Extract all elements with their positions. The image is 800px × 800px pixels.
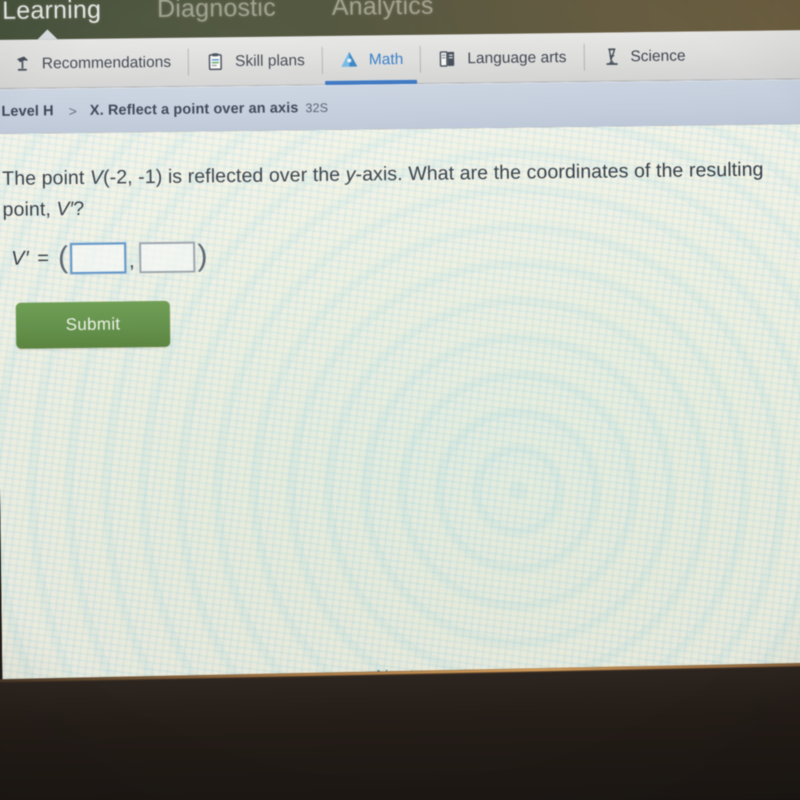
tab-math[interactable]: Math (322, 35, 421, 85)
question-area: The point V(-2, -1) is reflected over th… (0, 124, 800, 696)
breadcrumb-skill-name: X. Reflect a point over an axis (89, 99, 299, 119)
breadcrumb-skill-code: 32S (305, 100, 329, 115)
chromebook-screen: Learning Diagnostic Analytics Recommenda… (0, 0, 800, 744)
breadcrumb-level[interactable]: Level H (1, 103, 53, 120)
tab-label-recommendations: Recommendations (41, 53, 172, 72)
question-point-coords: (-2, -1) (102, 165, 163, 189)
answer-open-paren: ( (57, 240, 69, 274)
lamp-icon (12, 54, 33, 75)
answer-comma: , (128, 250, 135, 273)
breadcrumb-separator-icon: > (68, 102, 77, 119)
submit-button[interactable]: Submit (15, 300, 171, 349)
question-middle: is reflected over the (162, 163, 346, 188)
clipboard-icon (205, 51, 226, 72)
answer-close-paren: ) (197, 238, 208, 273)
tab-recommendations[interactable]: Recommendations (0, 38, 188, 89)
answer-label: V′ (11, 247, 30, 270)
tab-label-language-arts: Language arts (467, 48, 567, 67)
question-end: ? (73, 197, 85, 221)
question-point-name: V (89, 166, 104, 189)
question-prefix: The point (2, 166, 91, 190)
tab-language-arts[interactable]: Language arts (420, 33, 584, 84)
desk-surface (0, 662, 800, 800)
answer-equals-sign: = (37, 247, 50, 270)
header-link-analytics[interactable]: Analytics (326, 0, 440, 22)
answer-x-input[interactable] (69, 242, 127, 275)
subject-tab-bar: Recommendations Skill plans Math Languag… (0, 30, 800, 89)
question-text: The point V(-2, -1) is reflected over th… (0, 124, 800, 226)
open-book-icon (437, 48, 458, 69)
tab-label-science: Science (630, 47, 686, 65)
tab-science[interactable]: Science (583, 31, 703, 81)
microscope-icon (600, 46, 621, 67)
header-link-diagnostic[interactable]: Diagnostic (151, 0, 282, 24)
header-link-learning[interactable]: Learning (0, 0, 107, 26)
photograph-of-chromebook-screen: Learning Diagnostic Analytics Recommenda… (0, 0, 800, 800)
tab-label-skill-plans: Skill plans (234, 51, 305, 70)
pyramid-icon (339, 50, 360, 71)
tab-label-math: Math (368, 50, 404, 68)
answer-y-input[interactable] (139, 241, 196, 274)
question-result-name: V′ (56, 198, 74, 221)
tab-skill-plans[interactable]: Skill plans (188, 36, 322, 87)
